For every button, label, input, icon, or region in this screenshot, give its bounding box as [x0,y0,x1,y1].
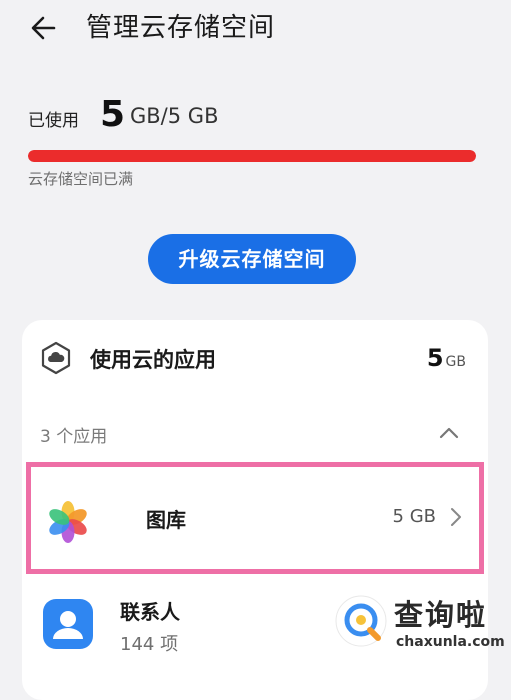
used-amount: 5 [100,94,126,135]
upgrade-storage-button[interactable]: 升级云存储空间 [148,234,356,284]
storage-progress-fill [28,150,476,162]
cloud-apps-size-unit: GB [445,354,466,370]
contacts-item-count: 144 项 [120,634,179,655]
storage-full-note: 云存储空间已满 [28,170,134,188]
watermark-logo-icon [335,595,387,647]
gallery-pinwheel-icon [49,501,87,543]
watermark: 查询啦 chaxunla.com [330,586,505,666]
cloud-apps-size-value: 5 [426,344,444,372]
cloud-apps-icon [41,341,71,375]
cloud-apps-size: 5 GB [427,344,466,372]
gallery-app-name: 图库 [146,508,186,532]
watermark-url: chaxunla.com [396,634,505,650]
storage-progress-bar [28,150,476,162]
app-row-gallery[interactable]: 图库 5 GB [22,470,488,570]
usage-label: 已使用 [28,111,79,131]
page-title: 管理云存储空间 [86,13,276,43]
top-bar: 管理云存储空间 [0,0,511,60]
watermark-text: 查询啦 [394,598,488,632]
app-count-label: 3 个应用 [40,427,108,447]
chevron-right-icon [451,508,461,526]
gallery-app-size: 5 GB [392,506,436,527]
contacts-icon [43,599,93,649]
chevron-up-icon[interactable] [436,420,462,446]
back-arrow-icon[interactable] [26,10,62,46]
contacts-app-name: 联系人 [120,600,180,624]
used-total: GB/5 GB [130,104,219,128]
cloud-apps-title: 使用云的应用 [90,348,216,372]
